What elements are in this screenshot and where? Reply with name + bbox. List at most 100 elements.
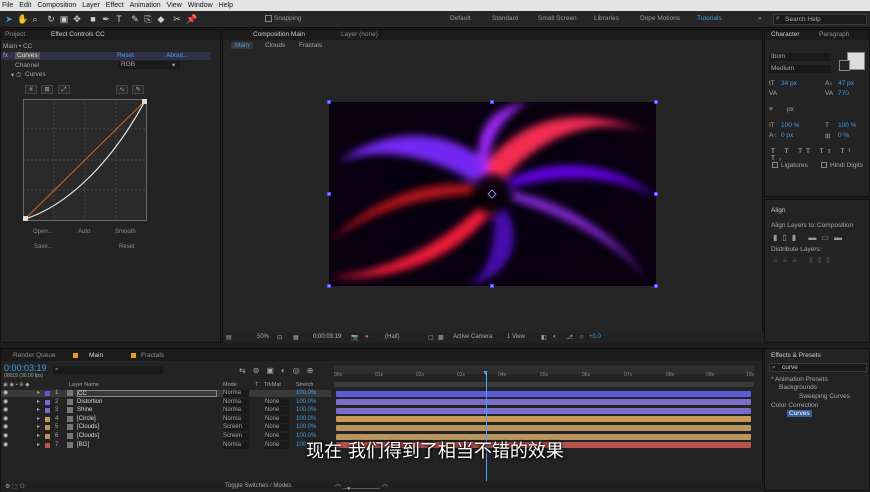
fx-toggle-icon[interactable]: fx bbox=[3, 52, 8, 59]
tree-backgrounds[interactable]: Backgrounds bbox=[779, 384, 817, 391]
zoom-tool-icon[interactable]: ⌕ bbox=[30, 14, 40, 24]
expand-arrow-icon[interactable]: ▸ bbox=[37, 399, 40, 406]
menu-effect[interactable]: Effect bbox=[106, 2, 124, 9]
layer-name[interactable]: Shine bbox=[77, 407, 92, 414]
bbox-handle-tl[interactable] bbox=[327, 100, 331, 104]
toggle-pixel-icon[interactable]: ◧ bbox=[541, 334, 547, 341]
transparency-grid-icon[interactable]: ▩ bbox=[438, 334, 444, 341]
stroke-color-swatch[interactable] bbox=[839, 60, 850, 71]
menu-composition[interactable]: Composition bbox=[37, 2, 76, 9]
camera-select[interactable]: Active Camera bbox=[453, 334, 492, 340]
grid-large-icon[interactable]: ⊞ bbox=[41, 85, 53, 94]
label-color-swatch[interactable] bbox=[45, 416, 50, 422]
tab-main[interactable]: Main bbox=[89, 352, 103, 359]
tab-render-queue[interactable]: Render Queue bbox=[13, 352, 56, 359]
font-family-select[interactable]: Ibom bbox=[769, 53, 831, 61]
faux-style-buttons[interactable]: T T TT Tт T¹ T₁ bbox=[771, 148, 869, 162]
layer-row[interactable]: ◉ ▸ 5 [Clouds] Screen None 100.0% bbox=[1, 424, 331, 432]
time-ruler[interactable]: 00s 01s 02s 03s 04s 05s 06s 07s 08s 09s … bbox=[334, 372, 754, 381]
expand-arrow-icon[interactable]: ▸ bbox=[37, 416, 40, 423]
exposure-icon[interactable]: ☼ bbox=[579, 334, 585, 340]
layer-trkmat-select[interactable]: None bbox=[265, 415, 289, 423]
layer-stretch[interactable]: 100.0% bbox=[296, 390, 316, 397]
layer-stretch[interactable]: 100.0% bbox=[296, 416, 316, 423]
timeline-switch-icons[interactable]: ⇆⊛▣◐◎⊕ bbox=[239, 366, 320, 375]
menu-layer[interactable]: Layer bbox=[82, 2, 100, 9]
exposure-value[interactable]: +0.0 bbox=[589, 334, 601, 340]
tree-color-correction[interactable]: Color Correction bbox=[771, 402, 818, 409]
bbox-handle-bl[interactable] bbox=[327, 284, 331, 288]
distribute-buttons[interactable]: ≡≡≡ ⦀⦀⦀ bbox=[773, 256, 835, 266]
expand-arrow-icon[interactable]: ▸ bbox=[37, 407, 40, 414]
curves-graph[interactable] bbox=[23, 99, 147, 221]
flowchart-icon[interactable]: ⎇ bbox=[566, 334, 573, 341]
brush-tool-icon[interactable]: ✎ bbox=[130, 14, 140, 24]
layer-mode-select[interactable]: Norma bbox=[223, 390, 249, 397]
tracking-value[interactable]: 770 bbox=[838, 90, 849, 97]
label-color-swatch[interactable] bbox=[45, 425, 50, 431]
open-button[interactable]: Open... bbox=[33, 229, 53, 235]
view-layout-select[interactable]: 1 View bbox=[507, 334, 525, 340]
layer-duration-bar[interactable] bbox=[336, 399, 751, 406]
smooth-button[interactable]: Smooth bbox=[115, 229, 136, 235]
workspace-default[interactable]: Default bbox=[450, 15, 471, 22]
font-style-select[interactable]: Medium bbox=[769, 65, 831, 73]
ligatures-checkbox[interactable] bbox=[772, 162, 778, 168]
layer-trkmat-select[interactable]: None bbox=[265, 398, 289, 406]
layer-duration-bar[interactable] bbox=[336, 407, 751, 414]
layer-stretch[interactable]: 100.0% bbox=[296, 424, 316, 431]
layer-name[interactable]: [Circle] bbox=[77, 416, 96, 423]
pan-behind-tool-icon[interactable]: ✥ bbox=[72, 14, 82, 24]
layer-mode-select[interactable]: Norma bbox=[223, 398, 249, 406]
tab-effect-controls[interactable]: Effect Controls CC bbox=[51, 31, 105, 38]
reset-exposure-icon[interactable]: ◐ bbox=[553, 334, 557, 340]
layer-mode-select[interactable]: Screen bbox=[223, 424, 249, 432]
curves-expander-icon[interactable]: ▾ ⏱ bbox=[11, 71, 21, 80]
layer-mode-select[interactable]: Norma bbox=[223, 407, 249, 415]
bbox-handle-tr[interactable] bbox=[654, 100, 658, 104]
zoom-select[interactable]: 50% bbox=[257, 334, 269, 340]
layer-name[interactable]: [Clouds] bbox=[77, 424, 99, 431]
tree-animation-presets[interactable]: * Animation Presets bbox=[771, 376, 828, 383]
bbox-handle-bc[interactable] bbox=[490, 284, 494, 288]
region-icon[interactable]: ▢ bbox=[428, 334, 434, 341]
visibility-eye-icon[interactable]: ◉ bbox=[3, 399, 8, 406]
show-channel-icon[interactable]: ● bbox=[365, 334, 369, 340]
clone-tool-icon[interactable]: ⎘ bbox=[143, 14, 153, 24]
timeline-search[interactable]: ⌕ bbox=[53, 366, 163, 374]
always-preview-icon[interactable]: ▤ bbox=[226, 334, 232, 341]
hand-tool-icon[interactable]: ✋ bbox=[17, 14, 28, 24]
playhead[interactable] bbox=[486, 371, 487, 481]
layer-duration-bar[interactable] bbox=[336, 416, 751, 423]
tab-paragraph[interactable]: Paragraph bbox=[819, 31, 849, 38]
horizontal-scale-value[interactable]: 100 % bbox=[838, 122, 856, 129]
search-help-field[interactable]: ⌕ Search Help bbox=[773, 14, 867, 25]
playhead-handle-icon[interactable]: ▼ bbox=[482, 370, 489, 377]
grid-small-icon[interactable]: # bbox=[25, 85, 37, 94]
menu-help[interactable]: Help bbox=[219, 2, 233, 9]
reset-link[interactable]: Reset bbox=[117, 52, 134, 59]
layer-trkmat-select[interactable]: None bbox=[265, 424, 289, 432]
visibility-eye-icon[interactable]: ◉ bbox=[3, 424, 8, 431]
label-color-swatch[interactable] bbox=[45, 408, 50, 414]
about-link[interactable]: About... bbox=[166, 52, 188, 59]
save-button[interactable]: Save... bbox=[34, 244, 53, 250]
timeline-footer-icons[interactable]: ⚙ ⬚ ⚇ bbox=[5, 483, 25, 490]
channel-select[interactable]: RGB ▾ bbox=[118, 61, 180, 69]
vertical-scale-value[interactable]: 100 % bbox=[781, 122, 799, 129]
layer-row[interactable]: ◉ ▸ 1 CC Norma 100.0% bbox=[1, 390, 331, 397]
layer-row[interactable]: ◉ ▸ 2 Distortion Norma None 100.0% bbox=[1, 398, 331, 406]
current-time-readout[interactable]: 0:00:03:19 bbox=[313, 334, 341, 340]
puppet-tool-icon[interactable]: 📌 bbox=[186, 14, 197, 24]
fit-icon[interactable]: ⊡ bbox=[277, 334, 282, 341]
nav-main[interactable]: Main bbox=[231, 42, 254, 49]
workspace-menu-icon[interactable]: » bbox=[758, 15, 762, 22]
leading-value[interactable]: 47 px bbox=[838, 80, 854, 87]
layer-row[interactable]: ◉ ▸ 3 Shine Norma None 100.0% bbox=[1, 407, 331, 415]
nav-clouds[interactable]: Clouds bbox=[265, 42, 285, 49]
resolution-select[interactable]: (Half) bbox=[385, 334, 400, 340]
visibility-eye-icon[interactable]: ◉ bbox=[3, 416, 8, 423]
layer-stretch[interactable]: 100.0% bbox=[296, 399, 316, 406]
menu-view[interactable]: View bbox=[167, 2, 182, 9]
bbox-handle-br[interactable] bbox=[654, 284, 658, 288]
